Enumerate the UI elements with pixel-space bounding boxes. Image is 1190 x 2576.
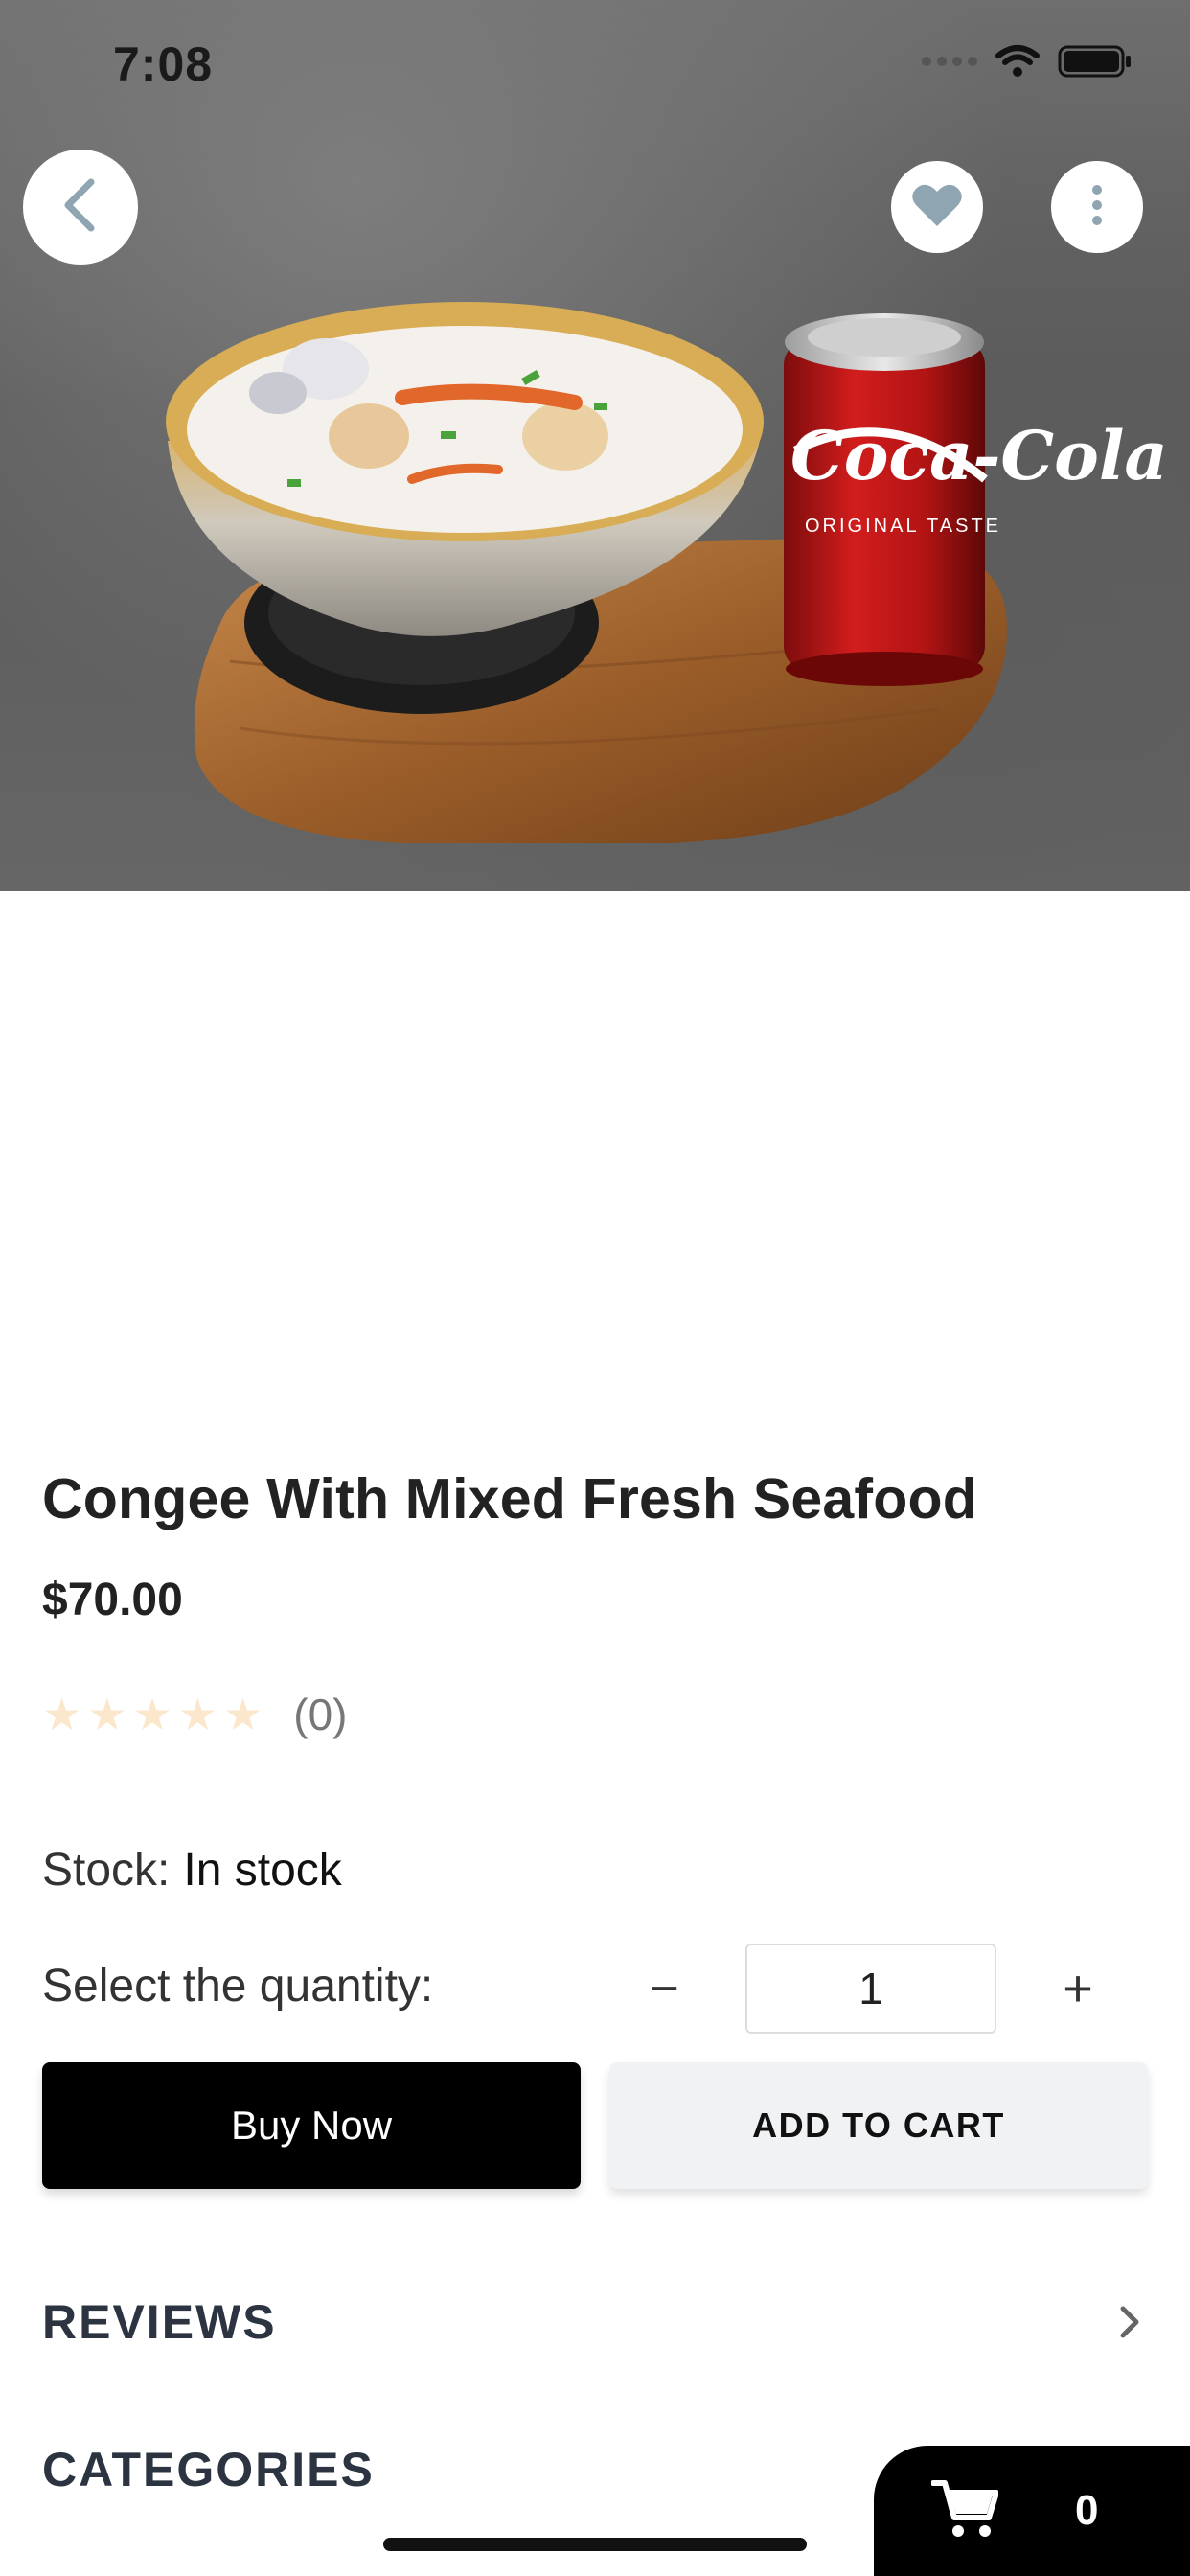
wifi-icon [995,44,1041,79]
back-button[interactable] [23,150,138,264]
increase-quantity-button[interactable]: + [1044,1955,1111,2022]
more-options-button[interactable] [1051,161,1143,253]
status-time: 7:08 [113,37,214,91]
add-to-cart-button[interactable]: ADD TO CART [609,2062,1148,2189]
categories-label: CATEGORIES [42,2443,375,2496]
chevron-right-icon [1115,2303,1144,2341]
star-icon: ★ [223,1690,263,1739]
stock-status: Stock: In stock [42,1844,342,1897]
star-icon: ★ [42,1690,82,1739]
decrease-quantity-button[interactable]: − [630,1955,698,2022]
star-icon: ★ [177,1690,217,1739]
product-title: Congee With Mixed Fresh Seafood [42,1467,977,1530]
product-image: Coca-Cola ORIGINAL TASTE [0,0,1190,891]
buy-now-button[interactable]: Buy Now [42,2062,581,2189]
reviews-section-row[interactable]: REVIEWS [42,2294,1144,2350]
rating-count: (0) [293,1690,348,1739]
stock-label: Stock: [42,1845,171,1896]
status-icons [922,44,1133,79]
star-icon: ★ [132,1690,172,1739]
rating-stars: ★ ★ ★ ★ ★ [42,1692,263,1736]
home-indicator[interactable] [383,2538,807,2551]
heart-icon [911,182,963,233]
cart-count: 0 [1075,2487,1099,2534]
favorite-button[interactable] [891,161,983,253]
product-photo: Coca-Cola ORIGINAL TASTE [166,302,1168,843]
chevron-left-icon [57,176,104,239]
can-sub-text: ORIGINAL TASTE [805,516,1001,537]
cart-button[interactable]: 0 [874,2446,1190,2576]
star-icon: ★ [87,1690,127,1739]
rating[interactable]: ★ ★ ★ ★ ★ (0) [42,1689,347,1740]
stock-value: In stock [183,1845,342,1896]
quantity-input[interactable] [745,1944,996,2034]
quantity-label: Select the quantity: [42,1961,434,2012]
reviews-label: REVIEWS [42,2295,277,2349]
can-brand-text: Coca-Cola [790,416,1168,495]
cart-icon [930,2479,999,2543]
more-vertical-icon [1091,184,1103,231]
battery-icon [1058,44,1133,79]
signal-icon [922,57,977,66]
product-price: $70.00 [42,1575,183,1625]
